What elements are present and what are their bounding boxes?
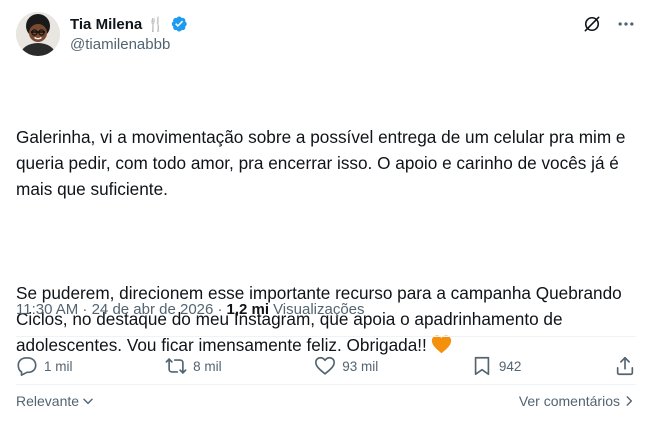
author-name[interactable]: Tia Milena [70,16,142,33]
retweet-icon [165,358,187,374]
tweet-paragraph-2: Se puderem, direcionem esse importante r… [16,280,636,361]
see-replies-link[interactable]: Ver comentários [519,393,636,409]
divider-bottom [16,384,636,385]
sort-dropdown[interactable]: Relevante [16,393,95,409]
more-icon[interactable] [616,14,636,34]
author-name-row[interactable]: Tia Milena 🍴 [70,14,188,34]
profile-photo-icon [16,12,60,56]
share-button[interactable] [614,355,636,377]
engagement-bar: 1 mil 8 mil 93 mil 942 [16,352,636,380]
divider-top [16,336,636,337]
author-handle[interactable]: @tiamilenabbb [70,36,170,53]
avatar[interactable] [16,12,60,56]
retweet-button[interactable]: 8 mil [165,355,222,377]
timestamp[interactable]: 11:30 AM · 24 de abr de 2026 · [16,301,223,318]
tweet-paragraph-2-text: Se puderem, direcionem esse importante r… [16,283,627,355]
chevron-down-icon [83,398,93,405]
views-label: Visualizações [273,301,365,318]
tweet-meta: 11:30 AM · 24 de abr de 2026 · 1,2 mi Vi… [16,301,365,318]
tweet-header: Tia Milena 🍴 @tiamilenabbb [16,12,636,60]
header-actions [582,12,636,36]
chevron-right-icon [626,396,633,406]
bookmark-button[interactable]: 942 [471,355,522,377]
share-icon [616,356,634,376]
retweet-count: 8 mil [193,358,222,374]
see-replies-label: Ver comentários [518,393,620,409]
sort-label: Relevante [16,393,80,409]
reply-count: 1 mil [44,358,73,374]
like-count: 93 mil [342,358,379,374]
reply-icon [17,357,37,376]
like-button[interactable]: 93 mil [314,355,378,377]
verified-badge-icon [171,16,187,32]
reply-button[interactable]: 1 mil [16,355,73,377]
tweet-text: Galerinha, vi a movimentação sobre a pos… [16,72,636,387]
fork-knife-icon: 🍴 [147,15,165,32]
bookmark-icon [474,356,490,376]
grok-icon[interactable] [582,14,602,34]
bookmark-count: 942 [498,358,522,374]
views-count: 1,2 mi [226,301,270,318]
replies-footer: Relevante Ver comentários [16,389,636,413]
tweet-paragraph-1: Galerinha, vi a movimentação sobre a pos… [16,127,631,199]
heart-icon [315,356,336,375]
